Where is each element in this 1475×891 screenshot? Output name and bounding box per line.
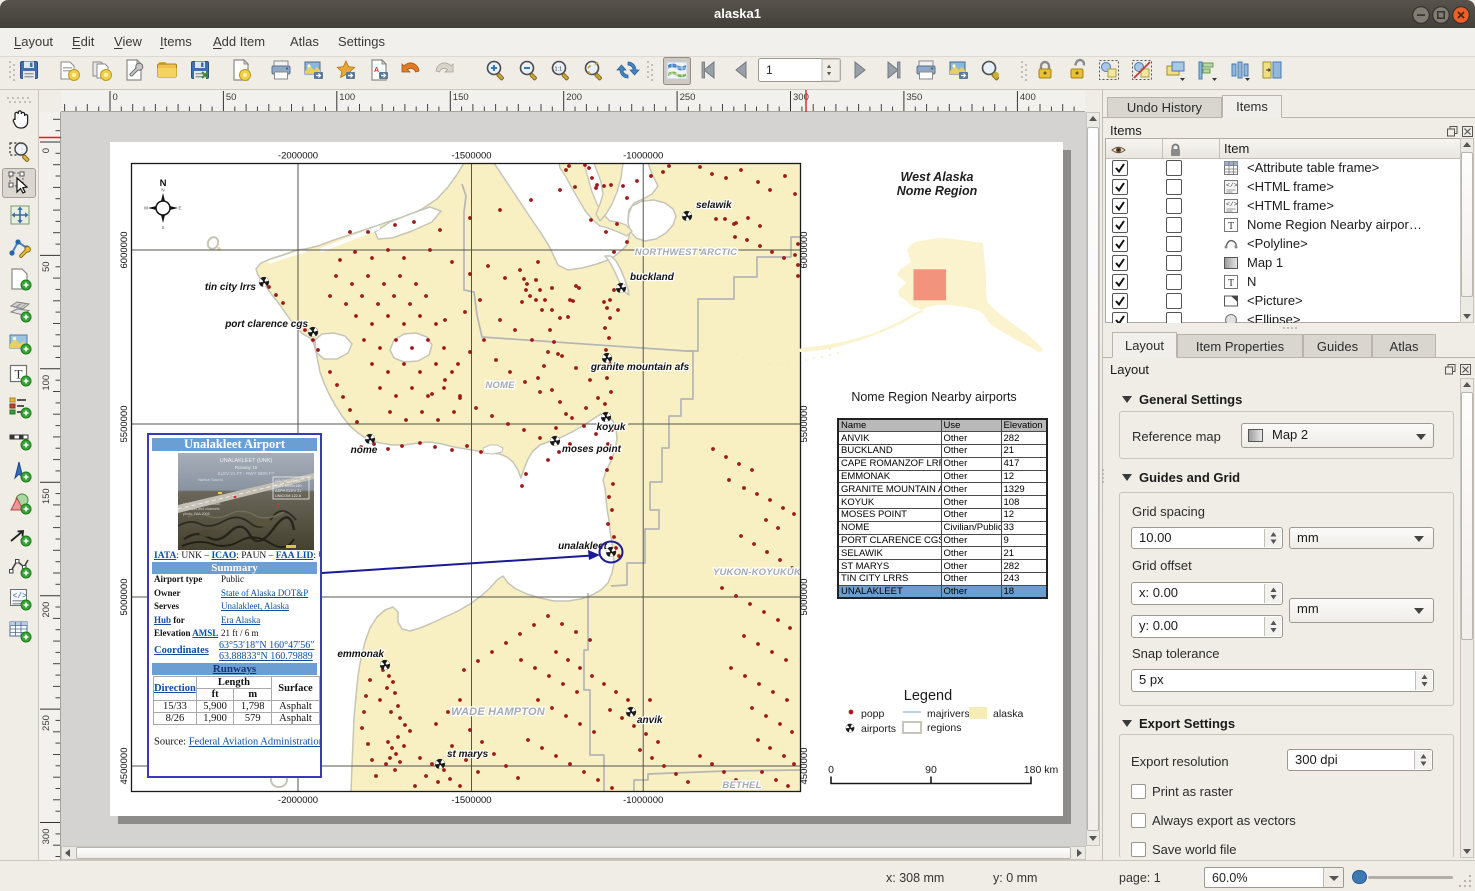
- svg-text:Unalakleet River mouth: Unalakleet River mouth: [183, 502, 220, 506]
- svg-text:300: 300: [41, 829, 52, 845]
- svg-text:ARCTIC 15-33: ARCTIC 15-33: [275, 479, 300, 483]
- svg-text:50: 50: [41, 261, 52, 272]
- svg-text:250: 250: [680, 92, 696, 103]
- svg-text:5000000: 5000000: [799, 579, 810, 616]
- svg-text:ELEV 21 FT - RWY 5900 FT: ELEV 21 FT - RWY 5900 FT: [218, 471, 275, 476]
- svg-text:Legend: Legend: [904, 688, 952, 704]
- svg-text:BETHEL: BETHEL: [722, 780, 761, 791]
- svg-text:airports: airports: [861, 723, 896, 735]
- svg-text:moses point: moses point: [562, 444, 622, 455]
- svg-text:UNALAKLEET (UNK): UNALAKLEET (UNK): [220, 458, 273, 464]
- svg-text:180 km: 180 km: [1024, 764, 1059, 776]
- svg-text:0: 0: [113, 92, 118, 103]
- svg-text:ASPH ELEV 21: ASPH ELEV 21: [275, 489, 301, 493]
- svg-text:NOME: NOME: [485, 380, 515, 391]
- svg-text:4500000: 4500000: [799, 748, 810, 785]
- svg-text:popp: popp: [861, 708, 885, 720]
- svg-text:5500000: 5500000: [119, 406, 130, 443]
- svg-text:Norton Sound: Norton Sound: [198, 477, 223, 482]
- svg-text:-1500000: -1500000: [451, 151, 491, 162]
- svg-text:WADE HAMPTON: WADE HAMPTON: [451, 706, 546, 718]
- svg-text:NORTHWEST ARCTIC: NORTHWEST ARCTIC: [635, 247, 737, 258]
- svg-text:200: 200: [566, 92, 582, 103]
- svg-text:UNICOM 122.8: UNICOM 122.8: [275, 494, 301, 498]
- svg-text:-1000000: -1000000: [623, 795, 663, 806]
- svg-text:</>: </>: [1226, 201, 1238, 208]
- svg-text:Nome Region: Nome Region: [897, 184, 978, 198]
- svg-text:T: T: [1228, 278, 1234, 289]
- svg-text:-1500000: -1500000: [451, 795, 491, 806]
- svg-text:N: N: [161, 188, 164, 193]
- svg-text:photo: FAA 2008: photo: FAA 2008: [183, 512, 210, 516]
- svg-text:emmonak: emmonak: [337, 649, 384, 660]
- svg-text:-2000000: -2000000: [278, 795, 318, 806]
- svg-text:tidal flats and channels: tidal flats and channels: [183, 507, 220, 511]
- svg-text:6000000: 6000000: [799, 232, 810, 269]
- svg-text:West Alaska: West Alaska: [901, 170, 974, 184]
- svg-text:RWY 5900x150: RWY 5900x150: [275, 484, 301, 488]
- svg-text:50: 50: [226, 92, 237, 103]
- svg-text:A: A: [374, 67, 379, 74]
- svg-text:T: T: [1228, 221, 1234, 232]
- svg-text:-2000000: -2000000: [278, 151, 318, 162]
- svg-text:nome: nome: [351, 445, 378, 456]
- svg-text:port clarence cgs: port clarence cgs: [224, 319, 308, 330]
- svg-text:S: S: [161, 225, 164, 230]
- svg-text:5500000: 5500000: [799, 406, 810, 443]
- svg-text:</>: </>: [1226, 182, 1238, 189]
- svg-text:E: E: [178, 206, 181, 211]
- svg-text:150: 150: [41, 488, 52, 504]
- svg-text:1:1: 1:1: [555, 67, 563, 73]
- svg-text:400: 400: [1020, 92, 1036, 103]
- svg-text:150: 150: [453, 92, 469, 103]
- svg-text:koyuk: koyuk: [597, 422, 626, 433]
- svg-text:alaska: alaska: [993, 708, 1024, 720]
- svg-text:buckland: buckland: [630, 272, 675, 283]
- svg-text:250: 250: [41, 715, 52, 731]
- svg-text:6000000: 6000000: [119, 232, 130, 269]
- svg-text:granite mountain afs: granite mountain afs: [590, 362, 690, 373]
- svg-text:Runway 15: Runway 15: [235, 465, 258, 470]
- svg-text:4500000: 4500000: [119, 748, 130, 785]
- svg-text:5000000: 5000000: [119, 579, 130, 616]
- svg-text:majrivers: majrivers: [927, 708, 970, 720]
- svg-text:350: 350: [906, 92, 922, 103]
- svg-text:anvik: anvik: [637, 715, 663, 726]
- svg-text:st marys: st marys: [447, 749, 489, 760]
- svg-text:0: 0: [828, 764, 834, 776]
- svg-text:YUKON-KOYUKUK: YUKON-KOYUKUK: [713, 567, 802, 578]
- svg-text:Nome Region Nearby airports: Nome Region Nearby airports: [851, 390, 1016, 404]
- svg-text:100: 100: [41, 375, 52, 391]
- svg-text:-1000000: -1000000: [623, 151, 663, 162]
- svg-text:100: 100: [339, 92, 355, 103]
- svg-text:regions: regions: [927, 722, 961, 734]
- svg-text:90: 90: [925, 764, 937, 776]
- svg-text:selawik: selawik: [696, 200, 732, 211]
- svg-text:tin city lrrs: tin city lrrs: [205, 282, 257, 293]
- svg-text:200: 200: [41, 602, 52, 618]
- svg-text:1: 1: [766, 63, 773, 77]
- svg-text:0: 0: [41, 148, 52, 153]
